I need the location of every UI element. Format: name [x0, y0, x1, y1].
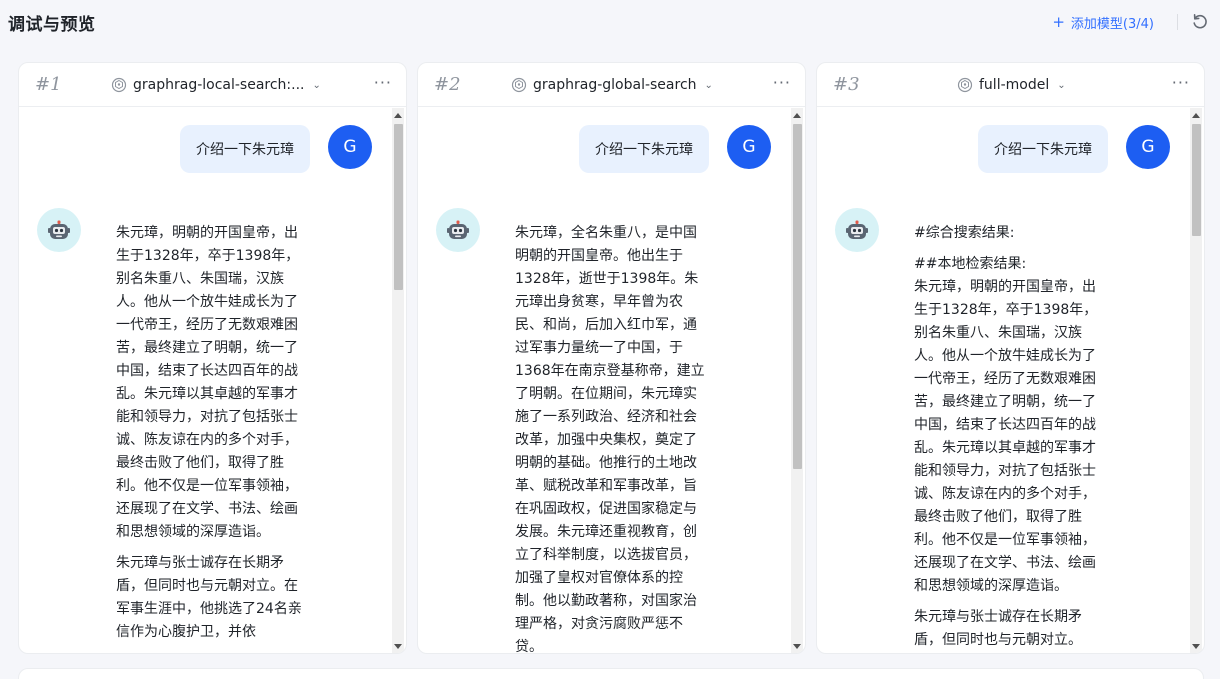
user-avatar: G	[1126, 125, 1170, 169]
scroll-thumb[interactable]	[394, 124, 403, 290]
cube-icon	[957, 77, 973, 93]
header-divider	[1177, 14, 1178, 30]
answer-paragraph: 朱元璋，全名朱重八，是中国明朝的开国皇帝。他出生于1328年，逝世于1398年。…	[515, 225, 705, 653]
model-select[interactable]: graphrag-local-search:... ⌄	[111, 75, 321, 95]
model-name: full-model	[979, 77, 1050, 93]
user-message: 介绍一下朱元璋	[180, 125, 310, 173]
add-model-button[interactable]: + 添加模型(3/4)	[1052, 13, 1154, 33]
ellipsis-icon[interactable]: ···	[1172, 73, 1190, 93]
scrollbar[interactable]	[791, 108, 803, 653]
user-avatar: G	[727, 125, 771, 169]
chat-area[interactable]: 介绍一下朱元璋 G 朱元璋，全名朱重八，是中国明朝的开国皇帝。他出生于1328年…	[418, 108, 805, 653]
page-title: 调试与预览	[8, 15, 96, 35]
chevron-down-icon: ⌄	[704, 79, 713, 91]
scroll-down-arrow[interactable]	[394, 644, 402, 649]
answer-paragraph: #综合搜索结果:	[914, 225, 1015, 241]
plus-icon: +	[1052, 13, 1065, 31]
ellipsis-icon[interactable]: ···	[773, 73, 791, 93]
model-select[interactable]: full-model ⌄	[957, 75, 1066, 95]
panel-number: #1	[35, 74, 62, 95]
user-avatar: G	[328, 125, 372, 169]
answer-paragraph: ##本地检索结果: 朱元璋，明朝的开国皇帝，出生于1328年，卒于1398年，别…	[914, 256, 1098, 594]
scroll-up-arrow[interactable]	[793, 113, 801, 118]
assistant-answer: 朱元璋，全名朱重八，是中国明朝的开国皇帝。他出生于1328年，逝世于1398年。…	[515, 222, 705, 653]
robot-icon	[436, 208, 480, 252]
chat-area[interactable]: 介绍一下朱元璋 G 朱元璋，明朝的开国皇帝，出生于1328年，卒于1398年，别…	[19, 108, 406, 653]
refresh-icon[interactable]	[1190, 12, 1210, 32]
answer-paragraph: 朱元璋与张士诚存在长期矛盾，但同时也与元朝对立。	[914, 609, 1082, 648]
chat-area[interactable]: 介绍一下朱元璋 G #综合搜索结果: ##本地检索结果: 朱元璋，明朝的开国皇帝…	[817, 108, 1204, 653]
answer-paragraph: 朱元璋与张士诚存在长期矛盾，但同时也与元朝对立。在军事生涯中，他挑选了24名亲信…	[116, 555, 302, 640]
model-panel-1: #1 graphrag-local-search:... ⌄ ··· 介绍一下朱…	[18, 62, 407, 654]
scrollbar[interactable]	[1190, 108, 1202, 653]
panel-number: #2	[434, 74, 461, 95]
ellipsis-icon[interactable]: ···	[374, 73, 392, 93]
scroll-down-arrow[interactable]	[793, 644, 801, 649]
scroll-thumb[interactable]	[793, 124, 802, 469]
model-panel-3: #3 full-model ⌄ ··· 介绍一下朱元璋 G #综合搜索结果: #…	[816, 62, 1205, 654]
chevron-down-icon: ⌄	[312, 79, 321, 91]
scroll-up-arrow[interactable]	[394, 113, 402, 118]
assistant-answer: 朱元璋，明朝的开国皇帝，出生于1328年，卒于1398年，别名朱重八、朱国瑞，汉…	[116, 222, 306, 652]
panel-header: #2 graphrag-global-search ⌄ ···	[418, 63, 805, 107]
assistant-answer: #综合搜索结果: ##本地检索结果: 朱元璋，明朝的开国皇帝，出生于1328年，…	[914, 222, 1104, 653]
panel-header: #1 graphrag-local-search:... ⌄ ···	[19, 63, 406, 107]
chevron-down-icon: ⌄	[1057, 79, 1066, 91]
scroll-up-arrow[interactable]	[1192, 113, 1200, 118]
user-message: 介绍一下朱元璋	[579, 125, 709, 173]
robot-icon	[37, 208, 81, 252]
panel-header: #3 full-model ⌄ ···	[817, 63, 1204, 107]
model-panel-2: #2 graphrag-global-search ⌄ ··· 介绍一下朱元璋 …	[417, 62, 806, 654]
model-name: graphrag-global-search	[533, 77, 697, 93]
input-panel[interactable]	[18, 668, 1204, 679]
cube-icon	[111, 77, 127, 93]
robot-icon	[835, 208, 879, 252]
cube-icon	[511, 77, 527, 93]
scroll-down-arrow[interactable]	[1192, 644, 1200, 649]
model-name: graphrag-local-search:...	[133, 77, 305, 93]
model-select[interactable]: graphrag-global-search ⌄	[511, 75, 713, 95]
scroll-thumb[interactable]	[1192, 124, 1201, 236]
panel-number: #3	[833, 74, 860, 95]
scrollbar[interactable]	[392, 108, 404, 653]
header: 调试与预览 + 添加模型(3/4)	[0, 0, 1220, 46]
user-message: 介绍一下朱元璋	[978, 125, 1108, 173]
add-model-label: 添加模型(3/4)	[1070, 17, 1154, 32]
answer-paragraph: 朱元璋，明朝的开国皇帝，出生于1328年，卒于1398年，别名朱重八、朱国瑞，汉…	[116, 225, 300, 540]
